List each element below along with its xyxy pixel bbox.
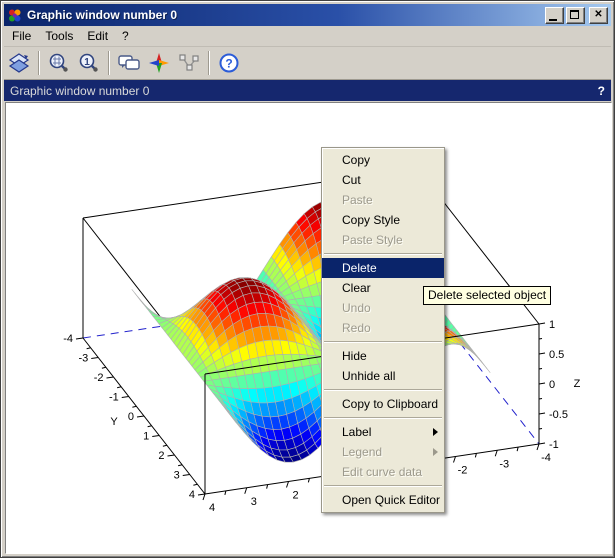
svg-text:-1: -1: [109, 392, 119, 404]
close-icon: ✕: [594, 9, 602, 20]
svg-text:-3: -3: [78, 353, 88, 365]
rotate-icon: [8, 52, 30, 74]
toolbar: 1: [4, 47, 611, 80]
context-menu-item-cut[interactable]: Cut: [322, 170, 444, 190]
context-menu-item-open-quick-editor[interactable]: Open Quick Editor: [322, 490, 444, 510]
svg-text:1: 1: [143, 431, 149, 443]
context-menu-item-label[interactable]: Label: [322, 422, 444, 442]
title-bar: Graphic window number 0 ✕: [4, 4, 611, 26]
surface-plot: 43210-1-2-3-4-4-3-2-101234-1-0.500.51YZ: [6, 103, 612, 554]
svg-text:4: 4: [189, 489, 195, 501]
window-title: Graphic window number 0: [27, 8, 543, 22]
svg-text:-2: -2: [458, 465, 468, 477]
svg-text:3: 3: [174, 470, 180, 482]
maximize-icon: [570, 10, 579, 19]
menu-separator: [324, 253, 442, 255]
svg-text:1: 1: [549, 319, 555, 331]
context-menu-item-copy[interactable]: Copy: [322, 150, 444, 170]
svg-text:-4: -4: [541, 452, 551, 464]
svg-text:-3: -3: [499, 458, 509, 470]
svg-text:-4: -4: [63, 333, 73, 345]
svg-text:Y: Y: [110, 416, 118, 428]
info-bar-help[interactable]: ?: [598, 84, 605, 98]
svg-text:-0.5: -0.5: [549, 409, 568, 421]
submenu-arrow-icon: [433, 448, 438, 456]
data-editor-button[interactable]: [175, 49, 203, 77]
context-menu-item-redo[interactable]: Redo: [322, 318, 444, 338]
context-menu-item-paste[interactable]: Paste: [322, 190, 444, 210]
menubar-item-tools[interactable]: Tools: [39, 27, 79, 45]
menu-separator: [324, 417, 442, 419]
svg-text:2: 2: [292, 490, 298, 502]
menubar-item-[interactable]: ?: [116, 27, 135, 45]
context-menu-item-paste-style[interactable]: Paste Style: [322, 230, 444, 250]
rotate-button[interactable]: [5, 49, 33, 77]
close-button[interactable]: ✕: [589, 7, 608, 24]
zoom-area-button[interactable]: [45, 49, 73, 77]
context-menu-item-copy-to-clipboard[interactable]: Copy to Clipboard: [322, 394, 444, 414]
unzoom-icon: 1: [78, 52, 100, 74]
context-menu-item-legend[interactable]: Legend: [322, 442, 444, 462]
svg-text:0: 0: [128, 411, 134, 423]
unzoom-button[interactable]: 1: [75, 49, 103, 77]
menu-bar: FileToolsEdit?: [4, 26, 611, 47]
menu-separator: [324, 485, 442, 487]
context-menu-item-delete[interactable]: Delete: [322, 258, 444, 278]
svg-text:4: 4: [209, 502, 215, 514]
context-menu: CopyCutPasteCopy StylePaste Style Delete C…: [321, 147, 445, 513]
figure-editor-button[interactable]: [145, 49, 173, 77]
plot-canvas[interactable]: 43210-1-2-3-4-4-3-2-101234-1-0.500.51YZ: [5, 102, 612, 554]
menubar-item-edit[interactable]: Edit: [81, 27, 114, 45]
scilab-app-icon: [7, 8, 22, 23]
submenu-arrow-icon: [433, 428, 438, 436]
datatips-button[interactable]: [115, 49, 143, 77]
window: Graphic window number 0 ✕ FileToolsEdit?: [0, 0, 615, 558]
context-menu-item-hide[interactable]: Hide: [322, 346, 444, 366]
minimize-button[interactable]: [545, 7, 564, 24]
tooltip: Delete selected object: [423, 286, 551, 305]
menubar-item-file[interactable]: File: [6, 27, 37, 45]
toolbar-separator: [38, 51, 40, 75]
context-menu-item-unhide-all[interactable]: Unhide all: [322, 366, 444, 386]
svg-text:0: 0: [549, 379, 555, 391]
minimize-icon: [549, 19, 557, 21]
context-menu-item-edit-curve-data[interactable]: Edit curve data: [322, 462, 444, 482]
svg-text:0.5: 0.5: [549, 349, 564, 361]
svg-text:Z: Z: [574, 378, 581, 390]
context-menu-item-copy-style[interactable]: Copy Style: [322, 210, 444, 230]
maximize-button[interactable]: [566, 7, 585, 24]
datatips-icon: [117, 52, 141, 74]
help-icon: ?: [218, 52, 240, 74]
svg-text:1: 1: [84, 57, 90, 68]
svg-text:?: ?: [225, 57, 232, 71]
svg-text:-2: -2: [94, 372, 104, 384]
menu-separator: [324, 389, 442, 391]
data-editor-icon: [177, 52, 201, 74]
menu-separator: [324, 341, 442, 343]
zoom-area-icon: [48, 52, 70, 74]
toolbar-separator: [108, 51, 110, 75]
info-bar-text: Graphic window number 0: [10, 84, 149, 98]
svg-text:3: 3: [251, 496, 257, 508]
help-button[interactable]: ?: [215, 49, 243, 77]
info-bar: Graphic window number 0 ?: [4, 80, 611, 101]
toolbar-separator: [208, 51, 210, 75]
svg-text:2: 2: [158, 450, 164, 462]
figure-editor-icon: [148, 52, 170, 74]
svg-text:-1: -1: [549, 439, 559, 451]
